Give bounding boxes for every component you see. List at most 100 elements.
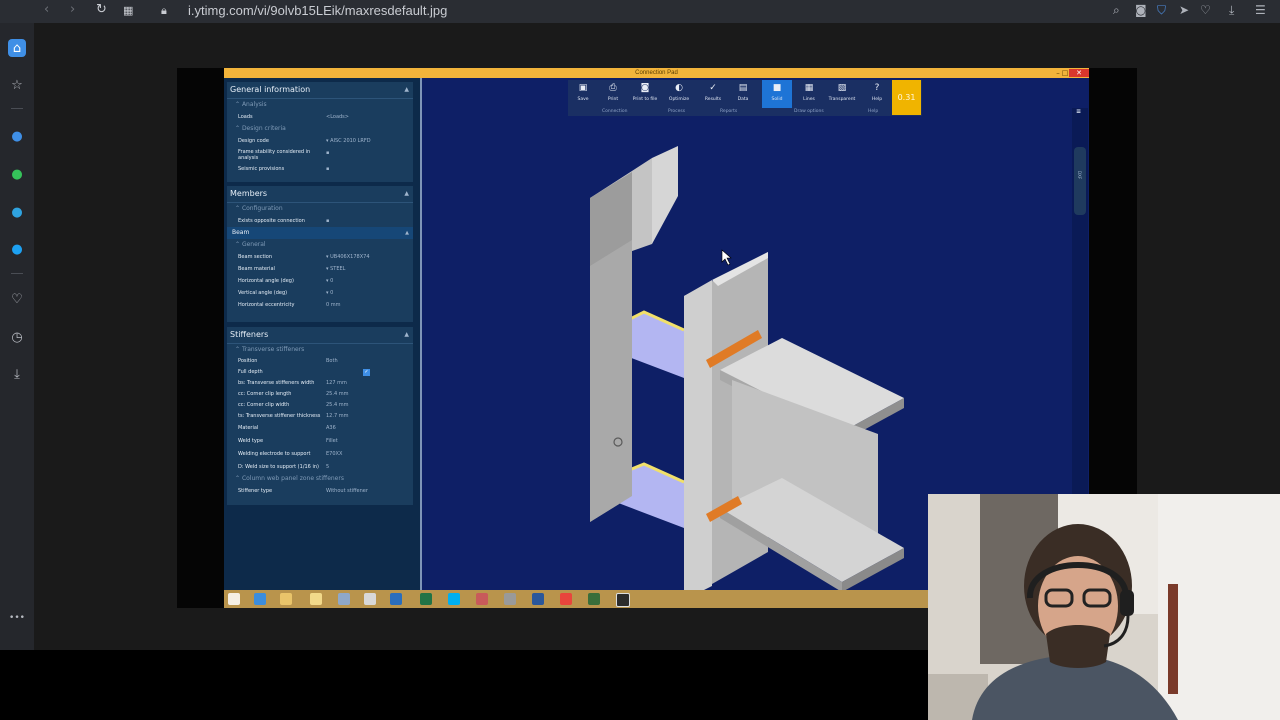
app-icon[interactable] xyxy=(364,593,376,605)
search-icon[interactable]: ⌕ xyxy=(1113,3,1120,18)
property-value[interactable]: 0 mm xyxy=(326,299,341,311)
property-row[interactable]: Horizontal eccentricity 0 mm xyxy=(227,299,413,311)
property-value[interactable]: ▾ 0 xyxy=(326,287,333,299)
property-row[interactable]: Exists opposite connection ▪ xyxy=(227,215,413,227)
property-value[interactable]: ▾ STEEL xyxy=(326,263,345,275)
windows-start-icon[interactable] xyxy=(228,593,240,605)
property-value[interactable]: ▾ UB406X178X74 xyxy=(326,251,370,263)
property-value[interactable]: 25.4 mm xyxy=(326,400,348,411)
group-label[interactable]: ⌃ Configuration xyxy=(227,203,413,215)
property-value[interactable]: E70XX xyxy=(326,448,342,461)
telegram-icon[interactable]: ● xyxy=(8,203,26,221)
property-row[interactable]: Position Both xyxy=(227,356,413,367)
group-label[interactable]: ⌃ Transverse stiffeners xyxy=(227,344,413,356)
toggle-icon[interactable]: ▪ xyxy=(326,147,329,159)
print-to-file-button[interactable]: ◙ Print to file xyxy=(628,80,662,108)
property-value[interactable]: ▾ AISC 2010 LRFD xyxy=(326,135,371,147)
property-value[interactable]: 127 mm xyxy=(326,378,347,389)
property-row[interactable]: Beam material ▾ STEEL xyxy=(227,263,413,275)
settings-icon[interactable]: ☰ xyxy=(1255,3,1266,17)
star-icon[interactable]: ☆ xyxy=(8,76,26,94)
full-depth-checkbox[interactable]: ✓ xyxy=(363,369,370,376)
utilization-ratio-badge[interactable]: 0.31 xyxy=(892,80,921,115)
save-button[interactable]: ▣ Save xyxy=(568,80,598,108)
forward-icon[interactable]: › xyxy=(70,2,75,17)
home-icon[interactable]: ⌂ xyxy=(8,39,26,57)
toggle-icon[interactable]: ▪ xyxy=(326,215,329,227)
property-value[interactable]: 25.4 mm xyxy=(326,389,348,400)
section-header[interactable]: General information ▲ xyxy=(227,82,413,99)
reload-icon[interactable]: ↻ xyxy=(96,2,107,17)
transparent-button[interactable]: ▧ Transparent xyxy=(824,80,860,108)
property-row[interactable]: Material A36 xyxy=(227,422,413,435)
skype-icon[interactable] xyxy=(448,593,460,605)
download-icon[interactable]: ⤓ xyxy=(8,365,26,383)
heart-icon[interactable]: ♡ xyxy=(8,290,26,308)
property-value[interactable]: A36 xyxy=(326,422,336,435)
chrome-icon[interactable] xyxy=(560,593,572,605)
twitter-icon[interactable]: ● xyxy=(8,240,26,258)
group-label[interactable]: ⌃ General xyxy=(227,239,413,251)
file-explorer-icon[interactable] xyxy=(280,593,292,605)
optimize-button[interactable]: ◐ Optimize xyxy=(664,80,694,108)
beam-header[interactable]: Beam ▲ xyxy=(227,227,413,239)
folder-icon[interactable] xyxy=(310,593,322,605)
clock-icon[interactable]: ◷ xyxy=(8,328,26,346)
section-header[interactable]: Stiffeners ▲ xyxy=(227,327,413,344)
shield-icon[interactable]: ⛉ xyxy=(1157,3,1166,18)
property-value[interactable]: 5 xyxy=(326,461,329,473)
toggle-icon[interactable]: ▪ xyxy=(326,163,329,175)
property-row[interactable]: Horizontal angle (deg) ▾ 0 xyxy=(227,275,413,287)
maximize-button[interactable]: □ xyxy=(1061,69,1069,77)
camera-icon[interactable]: ◙ xyxy=(1135,3,1147,17)
group-label[interactable]: ⌃ Analysis xyxy=(227,99,413,111)
property-value[interactable]: Fillet xyxy=(326,435,338,448)
property-row[interactable]: cc: Corner clip length 25.4 mm xyxy=(227,389,413,400)
property-value[interactable]: Without stiffener xyxy=(326,485,368,497)
download-icon[interactable]: ⤓ xyxy=(1229,3,1234,18)
property-row[interactable]: Seismic provisions ▪ xyxy=(227,163,413,175)
close-button[interactable]: ✕ xyxy=(1069,69,1089,77)
lines-button[interactable]: ▦ Lines xyxy=(794,80,824,108)
word-icon[interactable] xyxy=(532,593,544,605)
help-button[interactable]: ? Help xyxy=(862,80,892,108)
property-value[interactable]: ▾ 0 xyxy=(326,275,333,287)
property-row[interactable]: Stiffener type Without stiffener xyxy=(227,485,413,497)
app-icon[interactable] xyxy=(588,593,600,605)
grid-icon[interactable]: ▦ xyxy=(123,4,133,17)
outlook-icon[interactable] xyxy=(390,593,402,605)
property-value[interactable]: 12.7 mm xyxy=(326,411,348,422)
data-button[interactable]: ▤ Data xyxy=(728,80,758,108)
property-row[interactable]: Beam section ▾ UB406X178X74 xyxy=(227,251,413,263)
app-icon[interactable] xyxy=(476,593,488,605)
more-icon[interactable]: ••• xyxy=(8,609,26,627)
dxf-side-tab[interactable]: DXF xyxy=(1074,147,1086,215)
app-icon[interactable] xyxy=(338,593,350,605)
property-row[interactable]: bs: Transverse stiffeners width 127 mm xyxy=(227,378,413,389)
property-value[interactable]: Both xyxy=(326,356,338,367)
group-label[interactable]: ⌃ Design criteria xyxy=(227,123,413,135)
excel-icon[interactable] xyxy=(420,593,432,605)
group-label[interactable]: ⌃ Column web panel zone stiffeners xyxy=(227,473,413,485)
app-icon[interactable] xyxy=(504,593,516,605)
back-icon[interactable]: ‹ xyxy=(44,2,49,17)
property-row[interactable]: ts: Transverse stiffener thickness 12.7 m… xyxy=(227,411,413,422)
address-bar[interactable]: i.ytimg.com/vi/9olvb15LEik/maxresdefault… xyxy=(188,3,447,18)
whatsapp-icon[interactable]: ● xyxy=(8,165,26,183)
print-button[interactable]: ⎙ Print xyxy=(598,80,628,108)
heart-icon[interactable]: ♡ xyxy=(1200,3,1211,17)
solid-button[interactable]: ■ Solid xyxy=(762,80,792,108)
messenger-icon[interactable]: ● xyxy=(8,127,26,145)
property-row[interactable]: cc: Corner clip width 25.4 mm xyxy=(227,400,413,411)
send-icon[interactable]: ➤ xyxy=(1179,3,1189,17)
property-row[interactable]: D: Weld size to support (1/16 in) 5 xyxy=(227,461,413,473)
results-button[interactable]: ✓ Results xyxy=(698,80,728,108)
property-row[interactable]: Weld type Fillet xyxy=(227,435,413,448)
property-row[interactable]: Welding electrode to support E70XX xyxy=(227,448,413,461)
property-row[interactable]: Frame stability considered in analysis ▪ xyxy=(227,147,413,163)
property-row[interactable]: Loads <Loads> xyxy=(227,111,413,123)
property-row[interactable]: Design code ▾ AISC 2010 LRFD xyxy=(227,135,413,147)
internet-explorer-icon[interactable] xyxy=(254,593,266,605)
section-header[interactable]: Members ▲ xyxy=(227,186,413,203)
property-value[interactable]: <Loads> xyxy=(326,111,349,123)
